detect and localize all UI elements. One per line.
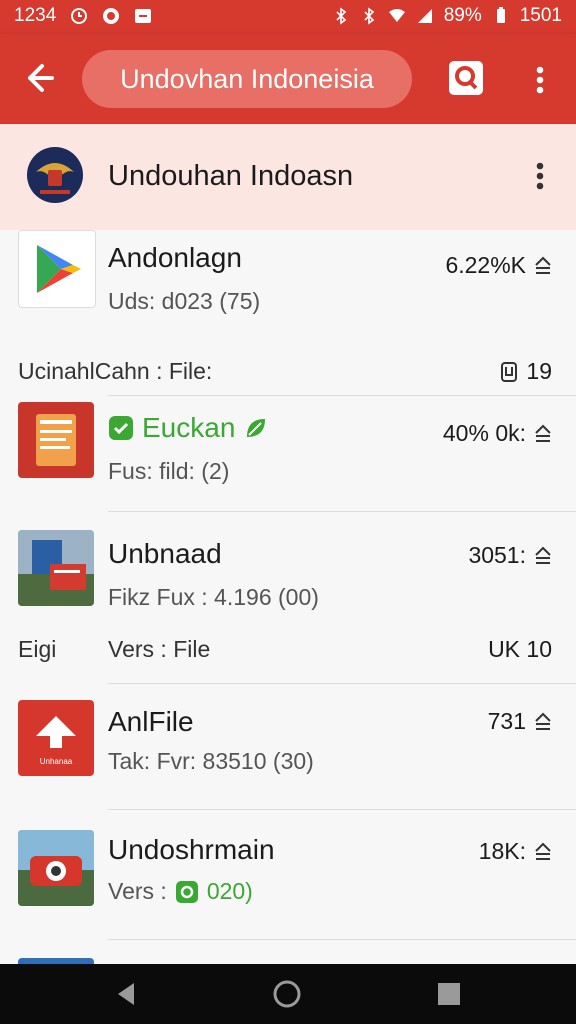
- caption-count: UK 10: [488, 636, 552, 662]
- item-title: Unbnaad: [108, 538, 222, 569]
- verified-badge-icon: [109, 416, 133, 440]
- list-item-partial[interactable]: [0, 950, 576, 964]
- download-icon[interactable]: [534, 424, 552, 444]
- item-title-row: Euckan: [108, 412, 269, 444]
- list-item[interactable]: Euckan Fus: fild: (2) 40% 0k:: [0, 396, 576, 512]
- item-subtitle: Fikz Fux : 4.196 (00): [108, 584, 319, 610]
- garuda-emblem-icon: [27, 147, 83, 203]
- item-size: 731: [487, 708, 526, 734]
- item-subtitle: Uds: d023 (75): [108, 288, 261, 314]
- item-size: 40% 0k:: [442, 420, 526, 446]
- divider: [108, 939, 576, 940]
- notification-icon: [103, 8, 120, 24]
- item-title: Andonlagn: [108, 242, 242, 273]
- item-meta: 731: [488, 708, 552, 735]
- document-thumbnail: [18, 402, 94, 478]
- item-subtitle: Fus: fild: (2): [108, 458, 230, 484]
- collection-header[interactable]: Undouhan Indoasn: [0, 124, 576, 230]
- caption-label: UcinahlCahn : File:: [18, 358, 213, 384]
- caption-count: 19: [526, 358, 552, 384]
- download-list: Andonlagn Uds: d023 (75) 6.22%K UcinahlC…: [0, 230, 576, 964]
- clock-icon: [71, 8, 88, 24]
- item-subtitle-row: Vers : 020): [108, 878, 253, 905]
- signal-icon: [417, 9, 432, 23]
- download-icon[interactable]: [534, 256, 552, 276]
- item-title: Undoshrmain: [108, 834, 275, 865]
- vibrate-icon: [364, 7, 374, 25]
- item-meta: 6.22%K: [445, 252, 552, 279]
- more-vert-icon[interactable]: [528, 62, 552, 98]
- item-meta: 18K:: [479, 838, 552, 865]
- system-nav-bar: [0, 964, 576, 1024]
- status-bar: 1234 89% 1501: [0, 0, 576, 34]
- nav-home-icon[interactable]: [272, 979, 302, 1009]
- item-version: 020): [206, 878, 253, 904]
- caption-meta: UK 10: [488, 636, 552, 663]
- status-clock-right: 1501: [519, 5, 562, 26]
- camera-thumbnail: [18, 830, 94, 906]
- item-size: 3051:: [468, 542, 526, 568]
- file-icon: [501, 361, 518, 382]
- play-store-icon: [18, 230, 96, 308]
- photo-thumbnail: [18, 530, 94, 606]
- item-meta: 3051:: [468, 542, 552, 569]
- item-subtitle: Tak: Fvr: 83510 (30): [108, 748, 314, 774]
- thumb-label: Unhanaa: [40, 757, 73, 766]
- list-item[interactable]: Andonlagn Uds: d023 (75) 6.22%K: [0, 230, 576, 340]
- section-caption: Eigi Vers : File UK 10: [0, 622, 576, 684]
- leaf-icon: [247, 419, 266, 437]
- message-icon: [135, 9, 152, 23]
- item-size: 18K:: [478, 838, 526, 864]
- battery-percent: 89%: [443, 5, 482, 26]
- bluetooth-icon: [336, 7, 346, 25]
- download-icon[interactable]: [534, 842, 552, 862]
- list-item[interactable]: Unbnaad Fikz Fux : 4.196 (00) 3051:: [0, 512, 576, 622]
- battery-icon: [496, 7, 505, 23]
- item-title: Euckan: [142, 412, 236, 443]
- search-field[interactable]: Undovhan Indoneisia: [82, 50, 412, 108]
- list-item[interactable]: Unhanaa AnlFile Tak: Fvr: 83510 (30) 731: [0, 684, 576, 810]
- more-vert-icon[interactable]: [528, 158, 552, 194]
- nav-recents-icon[interactable]: [434, 979, 464, 1009]
- download-icon[interactable]: [534, 712, 552, 732]
- wifi-icon: [388, 9, 405, 22]
- app-bar: Undovhan Indoneisia: [0, 34, 576, 124]
- caption-mid: Vers : File: [108, 636, 211, 662]
- caption-label: Eigi: [18, 636, 57, 662]
- check-badge-icon: [175, 880, 198, 903]
- status-time: 1234: [14, 5, 57, 26]
- search-icon[interactable]: [448, 60, 484, 96]
- list-item[interactable]: Undoshrmain Vers : 020) 18K:: [0, 810, 576, 940]
- collection-title: Undouhan Indoasn: [108, 160, 354, 192]
- item-size: 6.22%K: [445, 252, 526, 278]
- back-arrow-icon[interactable]: [18, 58, 58, 98]
- download-icon[interactable]: [534, 546, 552, 566]
- section-caption: UcinahlCahn : File: 19: [0, 340, 576, 396]
- item-title: AnlFile: [108, 706, 194, 737]
- caption-meta: 19: [500, 358, 552, 385]
- item-meta: 40% 0k:: [443, 420, 552, 447]
- nav-back-icon[interactable]: [112, 979, 142, 1009]
- item-subtitle: Vers :: [108, 878, 167, 904]
- app-thumbnail: Unhanaa: [18, 700, 94, 776]
